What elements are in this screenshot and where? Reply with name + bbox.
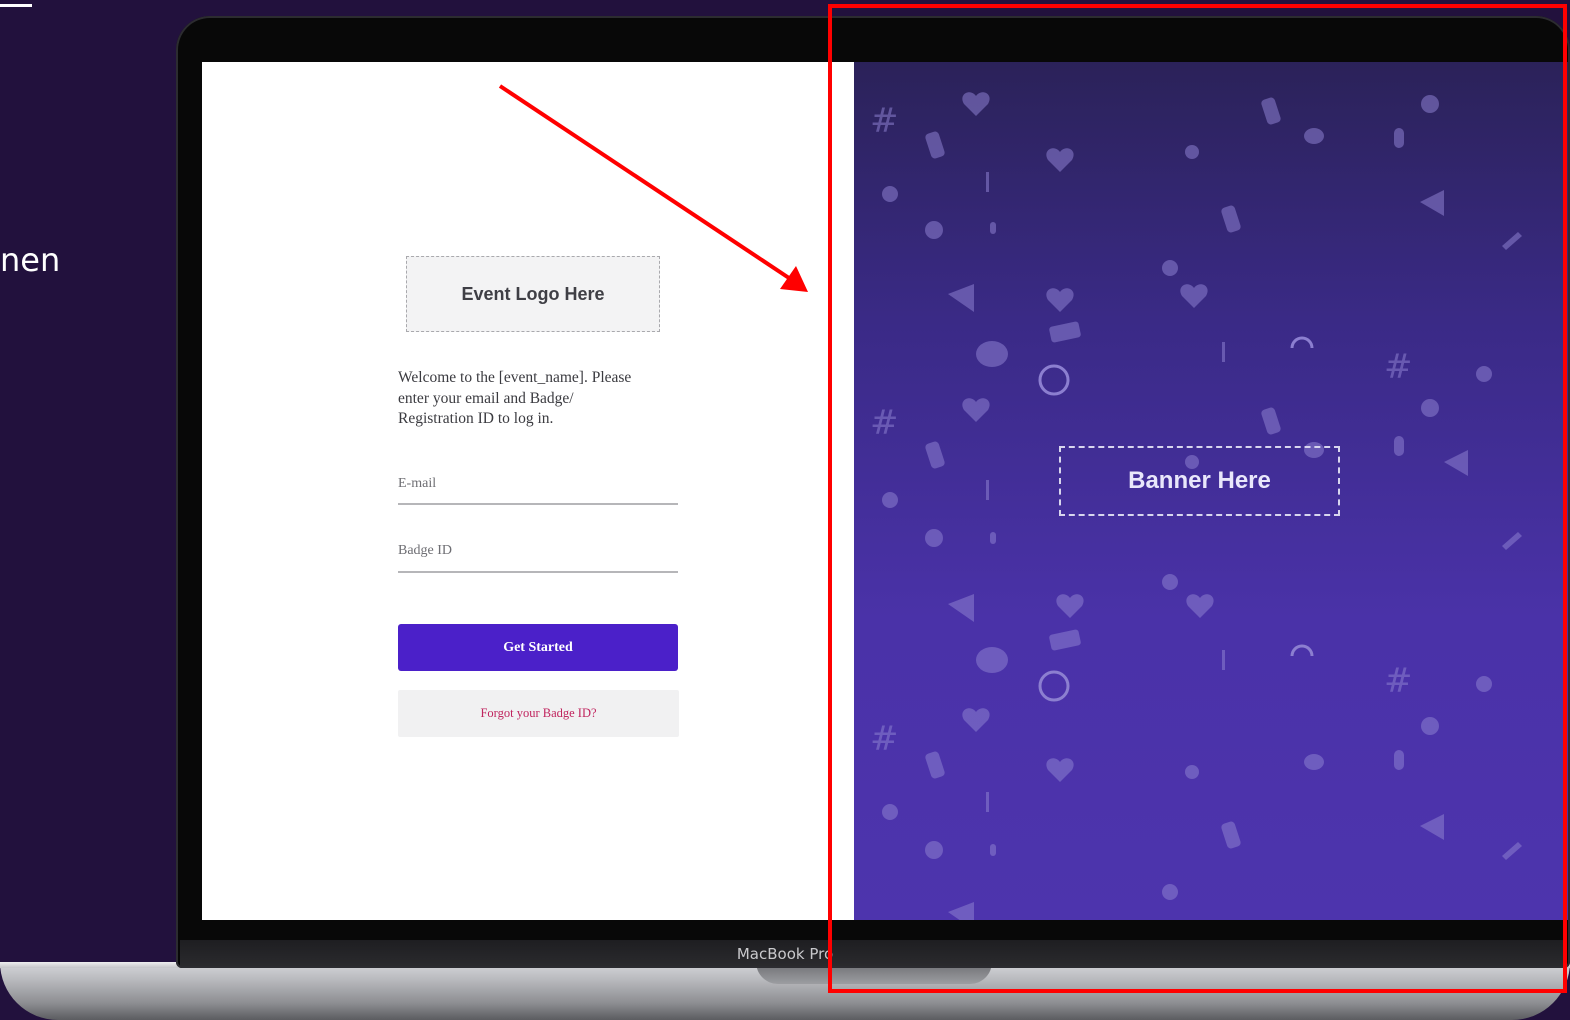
- header-dash: [0, 4, 32, 7]
- device-label: MacBook Pro: [736, 945, 834, 963]
- svg-text:#: #: [1384, 661, 1413, 701]
- banner-placeholder: Banner Here: [1059, 446, 1340, 516]
- svg-text:#: #: [870, 403, 899, 443]
- svg-text:#: #: [1384, 347, 1413, 387]
- svg-text:#: #: [870, 719, 899, 759]
- login-pane: Event Logo Here Welcome to the [event_na…: [202, 62, 854, 920]
- megaphone-icon: [948, 190, 1468, 920]
- svg-text:#: #: [870, 101, 899, 141]
- welcome-line: enter your email and Badge/: [398, 389, 574, 407]
- email-field[interactable]: E-mail: [398, 476, 436, 492]
- guitar-icon: [1502, 232, 1522, 860]
- hashtag-icon: # # # # #: [870, 101, 1413, 759]
- people-icon: [882, 145, 1492, 900]
- event-logo-placeholder: Event Logo Here: [406, 256, 660, 332]
- welcome-message: Welcome to the [event_name]. Please ente…: [398, 368, 682, 430]
- laptop-screen: Event Logo Here Welcome to the [event_na…: [202, 62, 1568, 920]
- welcome-line: Welcome to the [event_name]. Please: [398, 369, 632, 386]
- badge-id-field[interactable]: Badge ID: [398, 543, 452, 559]
- forgot-badge-id-button[interactable]: Forgot your Badge ID?: [398, 690, 679, 737]
- welcome-line: Registration ID to log in.: [398, 410, 554, 427]
- badge-id-field-underline: [398, 571, 678, 573]
- side-caption: nen: [0, 241, 61, 279]
- email-field-underline: [398, 503, 678, 505]
- banner-pane: # # # # # Banner Here: [854, 62, 1568, 920]
- get-started-button[interactable]: Get Started: [398, 624, 678, 671]
- heart-icon: [962, 92, 1214, 782]
